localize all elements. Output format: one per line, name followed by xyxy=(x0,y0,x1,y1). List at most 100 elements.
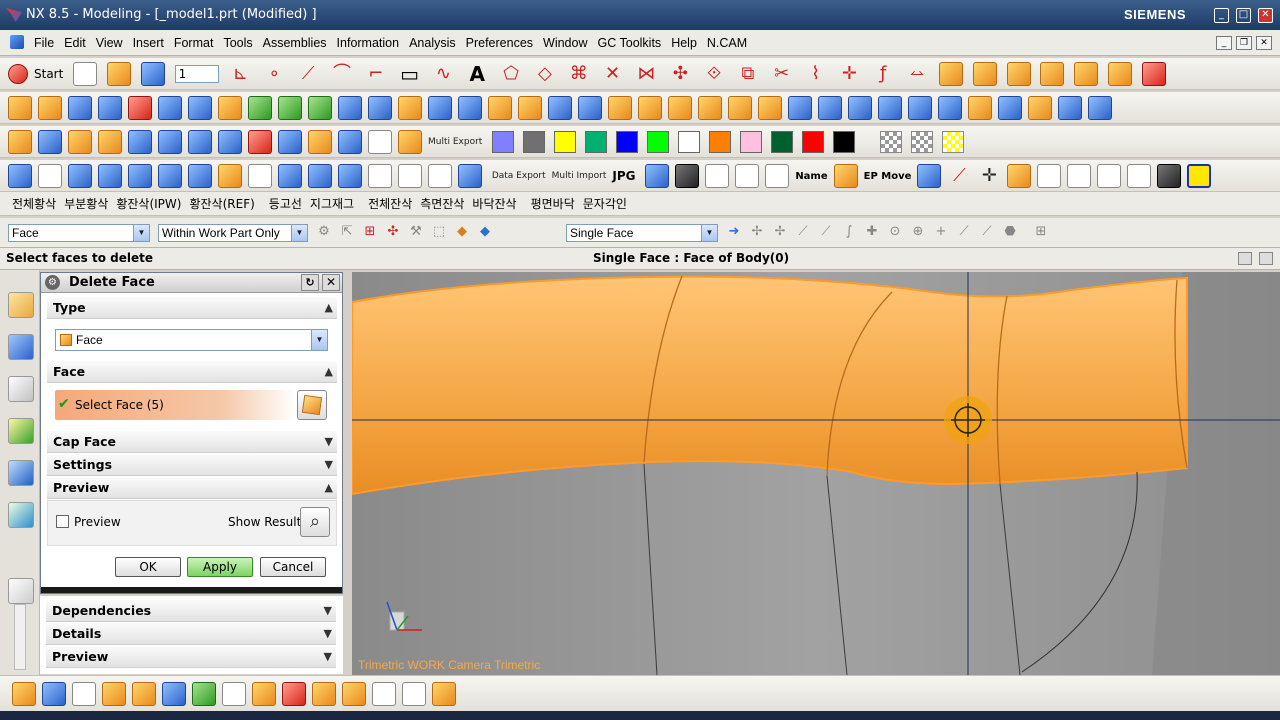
table-icon[interactable] xyxy=(368,130,392,154)
through-mesh-icon[interactable] xyxy=(878,96,902,120)
save-icon[interactable] xyxy=(140,62,165,86)
cap-face-group-header[interactable]: Cap Face ▼ xyxy=(47,431,337,453)
cube-edit-icon[interactable] xyxy=(308,164,332,188)
mirror-curve-icon[interactable]: ⧉ xyxy=(736,62,760,86)
split-body-icon[interactable] xyxy=(368,96,392,120)
doc-close-icon[interactable]: ✕ xyxy=(1256,36,1272,50)
end-point-icon[interactable]: ⟋ xyxy=(795,224,811,240)
arrow-icon[interactable]: ⟋ xyxy=(947,164,971,188)
boxes-icon[interactable] xyxy=(132,682,156,706)
ok-button[interactable]: OK xyxy=(115,557,181,577)
open-folder-icon[interactable] xyxy=(106,62,131,86)
crosshair-icon[interactable]: ✛ xyxy=(977,164,1001,188)
move-feature-icon[interactable] xyxy=(188,130,212,154)
deselect-icon[interactable]: ✣ xyxy=(385,224,401,240)
calculator-icon[interactable] xyxy=(1097,164,1122,188)
history-icon[interactable] xyxy=(8,502,34,528)
curve-offset-icon[interactable]: ⥎ xyxy=(905,62,929,86)
studio-spline-icon[interactable]: ∿ xyxy=(431,62,455,86)
cube-copy-icon[interactable] xyxy=(338,164,362,188)
body-select-icon[interactable]: ◆ xyxy=(477,224,493,240)
move-object-icon[interactable] xyxy=(1074,62,1099,86)
view-plane-icon[interactable] xyxy=(68,164,92,188)
tree-icon[interactable] xyxy=(705,164,730,188)
report-icon[interactable] xyxy=(402,682,426,706)
project-curve-icon[interactable]: ◇ xyxy=(533,62,557,86)
kbtn-9[interactable]: 평면바닥 xyxy=(527,192,579,216)
snap-icon[interactable]: ⚙ xyxy=(316,224,332,240)
trim-curve-icon[interactable]: ✂ xyxy=(770,62,794,86)
start-button[interactable]: Start xyxy=(34,67,63,81)
add-component-icon[interactable] xyxy=(102,682,126,706)
feature-playback-icon[interactable] xyxy=(308,130,332,154)
doc-restore-icon[interactable]: ❐ xyxy=(1236,36,1252,50)
quadrant-icon[interactable]: ⊕ xyxy=(910,224,926,240)
thicken-icon[interactable] xyxy=(548,96,572,120)
isoparametric-curve-icon[interactable]: ⋈ xyxy=(634,62,658,86)
multi-import-text[interactable]: Multi Import xyxy=(552,171,607,181)
navigator-preview-header[interactable]: Preview ▼ xyxy=(46,646,336,668)
menu-window[interactable]: Window xyxy=(538,30,592,56)
shell-icon[interactable] xyxy=(458,96,482,120)
color-swatch-white[interactable] xyxy=(678,131,701,153)
badge-icon[interactable] xyxy=(218,164,242,188)
arrange-icon[interactable] xyxy=(1141,62,1166,86)
gear-icon[interactable]: ⚙ xyxy=(45,275,60,290)
pocket-icon[interactable] xyxy=(218,96,242,120)
stamp-icon[interactable] xyxy=(1157,164,1182,188)
translucency-icon[interactable] xyxy=(879,131,902,153)
text-icon[interactable]: A xyxy=(465,62,489,86)
bridge-curve-icon[interactable]: ⌘ xyxy=(567,62,591,86)
bounded-grid-icon[interactable]: ⬣ xyxy=(1002,224,1018,240)
menu-gc-toolkits[interactable]: GC Toolkits xyxy=(593,30,667,56)
tree2-icon[interactable] xyxy=(735,164,760,188)
black-white-icon[interactable] xyxy=(675,164,700,188)
trimmed-sheet-icon[interactable] xyxy=(968,96,992,120)
menu-preferences[interactable]: Preferences xyxy=(461,30,538,56)
layout-icon[interactable] xyxy=(338,130,362,154)
menu-edit[interactable]: Edit xyxy=(59,30,91,56)
part-navigator-icon[interactable] xyxy=(8,376,34,402)
edit-parameters-icon[interactable] xyxy=(38,130,62,154)
details-header[interactable]: Details ▼ xyxy=(46,623,336,645)
menu-ncam[interactable]: N.CAM xyxy=(702,30,752,56)
color-swatch-gray[interactable] xyxy=(523,131,546,153)
solid-icon[interactable] xyxy=(938,62,963,86)
point-icon[interactable]: ∘ xyxy=(262,62,286,86)
bounding-box-icon[interactable] xyxy=(158,164,182,188)
roles-icon[interactable] xyxy=(8,578,34,604)
wire-cube2-icon[interactable] xyxy=(398,164,422,188)
kbtn-0[interactable]: 전체황삭 xyxy=(8,192,60,216)
point-on-face-icon[interactable]: ⟋ xyxy=(979,224,995,240)
curve-length-icon[interactable]: ƒ xyxy=(871,62,895,86)
csys-icon[interactable] xyxy=(128,164,152,188)
report-icon[interactable] xyxy=(1067,164,1092,188)
existing-point-icon[interactable]: + xyxy=(933,224,949,240)
scope-select[interactable]: Within Work Part Only ▼ xyxy=(158,224,308,242)
settings-group-header[interactable]: Settings ▼ xyxy=(47,454,337,476)
trim-body-icon[interactable] xyxy=(338,96,362,120)
new-file-icon[interactable] xyxy=(73,62,98,86)
revolve-icon[interactable] xyxy=(38,96,62,120)
kbtn-4[interactable]: 등고선 xyxy=(265,192,306,216)
gray-box-icon[interactable] xyxy=(72,682,96,706)
web-browser-icon[interactable] xyxy=(8,460,34,486)
kbtn-1[interactable]: 부분황삭 xyxy=(60,192,112,216)
extend-sheet-icon[interactable] xyxy=(998,96,1022,120)
multi-export-text[interactable]: Multi Export xyxy=(428,137,482,147)
navigator-scrollbar[interactable] xyxy=(14,604,26,670)
hammer-icon[interactable] xyxy=(372,682,396,706)
move-handle-icon[interactable] xyxy=(248,164,272,188)
face-rule-select[interactable]: Single Face ▼ xyxy=(566,224,718,242)
swept-icon[interactable] xyxy=(758,96,782,120)
arc-icon[interactable]: ⌒ xyxy=(330,62,354,86)
reset-snap-icon[interactable]: ⊞ xyxy=(1033,224,1049,240)
offset-curve-icon[interactable]: ⬠ xyxy=(499,62,523,86)
snap-grid2-icon[interactable]: ✢ xyxy=(772,224,788,240)
graphics-window[interactable]: Trimetric WORK Camera Trimetric xyxy=(352,272,1280,675)
draft-icon[interactable] xyxy=(488,96,512,120)
intersection-curve-icon[interactable]: ✕ xyxy=(601,62,625,86)
law-extension-icon[interactable] xyxy=(1028,96,1052,120)
menu-file[interactable]: File xyxy=(29,30,59,56)
face-select-icon[interactable]: ◆ xyxy=(454,224,470,240)
